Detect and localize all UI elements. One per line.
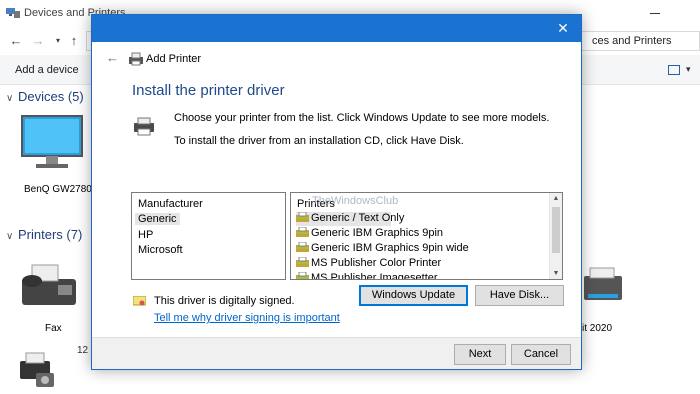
printer-label-fax: Fax [45,323,62,334]
page-heading: Install the printer driver [132,82,285,99]
printer-model-icon [296,227,309,238]
printer-model-icon [296,257,309,268]
recent-chevron-icon[interactable]: ▾ [50,32,66,50]
fax-icon[interactable] [18,261,84,311]
windows-update-button[interactable]: Windows Update [359,285,468,306]
have-disk-button[interactable]: Have Disk... [475,285,564,306]
devices-printers-icon [6,8,20,18]
manufacturer-list[interactable]: Manufacturer Generic HP Microsoft [131,192,286,280]
view-options-icon[interactable] [668,65,680,75]
printer-model-row[interactable]: MS Publisher Imagesetter [296,272,438,279]
instruction-text-cd: To install the driver from an installati… [174,135,464,147]
printer-icon [134,117,154,136]
cancel-button[interactable]: Cancel [511,344,571,365]
manufacturer-item[interactable]: HP [138,229,153,241]
printer-model-icon [296,212,309,223]
minimize-button[interactable] [648,6,662,20]
instruction-text: Choose your printer from the list. Click… [174,112,550,124]
chevron-down-icon: ∨ [6,93,14,104]
back-arrow-icon[interactable]: ← [106,50,119,65]
signed-status-text: This driver is digitally signed. [154,295,295,307]
close-icon[interactable]: ✕ [553,18,573,38]
dialog-titlebar: ✕ [92,15,581,42]
manufacturer-item[interactable]: Generic [135,213,180,225]
manufacturer-header: Manufacturer [138,198,203,210]
group-printers-header[interactable]: ∨ Printers (7) [6,227,82,242]
scroll-down-icon[interactable]: ▼ [550,268,562,279]
address-bar-text[interactable]: ces and Printers [582,31,700,51]
dialog-header: ← Add Printer [92,42,581,78]
items-count: 12 [77,345,89,356]
next-button[interactable]: Next [454,344,506,365]
printer-camera-icon[interactable] [14,351,64,391]
printer-model-icon [296,242,309,253]
watermark: TheWindowsClub [312,195,399,207]
printer-icon[interactable] [584,266,628,306]
printer-model-row[interactable]: Generic / Text Only [296,212,404,226]
device-label-monitor: BenQ GW2780 [24,184,92,195]
chevron-down-icon: ∨ [6,231,14,242]
printers-scrollbar[interactable]: ▲ ▼ [549,193,562,279]
back-arrow-icon[interactable]: ← [8,32,24,50]
up-arrow-icon[interactable]: ↑ [66,32,82,50]
dialog-footer: Next Cancel [92,337,581,369]
scroll-thumb[interactable] [552,207,560,253]
printer-label-2020: it 2020 [582,323,613,334]
printer-model-row[interactable]: Generic IBM Graphics 9pin [296,227,443,241]
manufacturer-item[interactable]: Microsoft [138,244,183,256]
monitor-icon[interactable] [20,114,86,170]
add-device-button[interactable]: Add a device [15,64,79,76]
group-devices-header[interactable]: ∨ Devices (5) [6,89,84,104]
view-dropdown-icon[interactable]: ▾ [686,64,691,75]
certificate-icon [133,296,146,306]
scroll-up-icon[interactable]: ▲ [550,193,562,205]
printer-icon [129,52,143,66]
explorer-content-right: it 2020 [582,86,700,394]
forward-arrow-icon[interactable]: → [30,32,46,50]
add-printer-dialog: ✕ ← Add Printer Install the printer driv… [91,14,582,370]
driver-signing-link[interactable]: Tell me why driver signing is important [154,312,340,324]
printer-model-row[interactable]: Generic IBM Graphics 9pin wide [296,242,469,256]
dialog-title: Add Printer [146,53,202,65]
printer-model-row[interactable]: MS Publisher Color Printer [296,257,441,271]
printer-model-icon [296,272,309,279]
